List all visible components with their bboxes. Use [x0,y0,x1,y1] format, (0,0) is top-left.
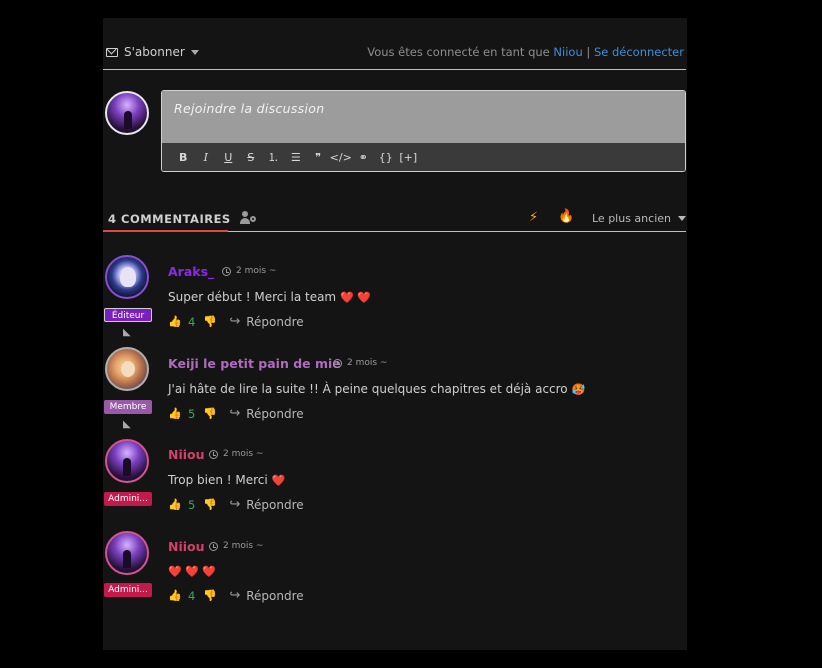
thumbs-up-icon[interactable]: 👍 [168,589,182,602]
thumbs-down-icon[interactable]: 👎 [203,407,217,420]
comment-time: 2 mois ~ [209,449,263,459]
users-settings-icon[interactable] [240,211,256,225]
sort-select[interactable]: Le plus ancien [592,212,686,225]
time-label: 2 mois ~ [223,541,264,551]
role-badge: Éditeur [104,308,152,322]
comment-author[interactable]: Araks_ [168,264,214,279]
logged-in-prefix: Vous êtes connecté en tant que [367,45,550,59]
comment-author[interactable]: Niiou [168,447,205,462]
reply-button[interactable]: Répondre [246,407,303,421]
clock-icon [209,449,218,459]
strikethrough-button[interactable]: S [240,151,263,164]
logged-in-status: Vous êtes connecté en tant que Niiou | S… [367,45,684,59]
bulleted-list-icon[interactable]: ☰ [285,151,308,164]
heart-icons: ❤️ ❤️ ❤️ [168,565,217,578]
comment-text: Super début ! Merci la team ❤️ ❤️ [168,290,371,304]
reply-button[interactable]: Répondre [246,498,303,512]
subscribe-button[interactable]: S'abonner [106,45,199,59]
reply-button[interactable]: Répondre [246,315,303,329]
quote-icon[interactable]: ❞ [307,151,330,164]
comment-text-body: Trop bien ! Merci [168,473,268,487]
bold-button[interactable]: B [172,151,195,164]
active-tab-underline [103,230,228,232]
fire-icon[interactable]: 🔥 [558,209,574,224]
rss-icon[interactable]: ◣ [123,419,131,430]
comment-author[interactable]: Niiou [168,539,205,554]
comment-actions: 👍 4 👎 ↪ Répondre [168,588,304,603]
comment-time: 2 mois ~ [222,266,276,276]
comment-text: J'ai hâte de lire la suite !! À peine qu… [168,382,585,396]
comment-time: 2 mois ~ [333,358,387,368]
avatar[interactable] [105,347,149,391]
comment-count: 4 COMMENTAIRES [108,212,231,226]
reply-icon[interactable]: ↪ [229,314,240,329]
username-link[interactable]: Niiou [553,45,582,59]
editor-toolbar: B I U S ⒈ ☰ ❞ </> ⚭ {} [+] [162,143,685,171]
comment-actions: 👍 5 👎 ↪ Répondre [168,406,304,421]
current-user-avatar [105,91,149,135]
italic-button[interactable]: I [195,151,218,164]
reply-icon[interactable]: ↪ [229,588,240,603]
avatar[interactable] [105,531,149,575]
sort-label: Le plus ancien [592,212,671,225]
comment-input[interactable]: Rejoindre la discussion [162,91,685,143]
comment-text-body: J'ai hâte de lire la suite !! À peine qu… [168,382,568,396]
avatar[interactable] [105,255,149,299]
comment-text-body: Super début ! Merci la team [168,290,337,304]
logout-link[interactable]: Se déconnecter [594,45,684,59]
heart-icons: ❤️ [271,474,286,487]
chevron-down-icon [678,216,686,221]
emoji: 🥵 [571,383,586,396]
reply-button[interactable]: Répondre [246,589,303,603]
reply-icon[interactable]: ↪ [229,406,240,421]
comments-topbar: S'abonner Vous êtes connecté en tant que… [103,18,686,70]
comments-panel: S'abonner Vous êtes connecté en tant que… [103,18,687,650]
comment-actions: 👍 5 👎 ↪ Répondre [168,497,304,512]
comment-text: Trop bien ! Merci ❤️ [168,473,285,487]
code-button[interactable]: </> [330,151,353,164]
avatar[interactable] [105,439,149,483]
comment-time: 2 mois ~ [209,541,263,551]
clock-icon [222,266,231,276]
comment-actions: 👍 4 👎 ↪ Répondre [168,314,304,329]
vote-count: 4 [188,588,196,603]
vote-count: 5 [188,497,196,512]
subscribe-label: S'abonner [124,45,185,59]
comment-text: ❤️ ❤️ ❤️ [168,564,216,578]
bolt-icon[interactable]: ⚡ [529,210,538,225]
thumbs-down-icon[interactable]: 👎 [203,315,217,328]
spoiler-button[interactable]: [+] [397,151,420,164]
thumbs-up-icon[interactable]: 👍 [168,498,182,511]
separator: | [586,45,591,59]
thumbs-down-icon[interactable]: 👎 [203,498,217,511]
thumbs-up-icon[interactable]: 👍 [168,407,182,420]
underline-button[interactable]: U [217,151,240,164]
thumbs-up-icon[interactable]: 👍 [168,315,182,328]
role-badge: Admini... [104,492,152,506]
thumbs-down-icon[interactable]: 👎 [203,589,217,602]
rss-icon[interactable]: ◣ [123,327,131,338]
link-icon[interactable]: ⚭ [352,151,375,164]
heart-icons: ❤️ ❤️ [339,291,371,304]
time-label: 2 mois ~ [223,449,264,459]
role-badge: Admini... [104,583,152,597]
comment-editor[interactable]: Rejoindre la discussion B I U S ⒈ ☰ ❞ </… [161,90,686,172]
role-badge: Membre [104,400,152,414]
comment-author[interactable]: Keiji le petit pain de mie [168,356,341,371]
reply-icon[interactable]: ↪ [229,497,240,512]
chevron-down-icon [190,49,199,55]
clock-icon [209,541,218,551]
ordered-list-icon[interactable]: ⒈ [262,149,285,165]
code-block-button[interactable]: {} [375,151,398,164]
time-label: 2 mois ~ [236,266,277,276]
vote-count: 5 [188,406,196,421]
time-label: 2 mois ~ [347,358,388,368]
comments-header: 4 COMMENTAIRES ⚡ 🔥 Le plus ancien [103,205,686,232]
clock-icon [333,358,342,368]
envelope-icon [106,47,118,57]
vote-count: 4 [188,314,196,329]
